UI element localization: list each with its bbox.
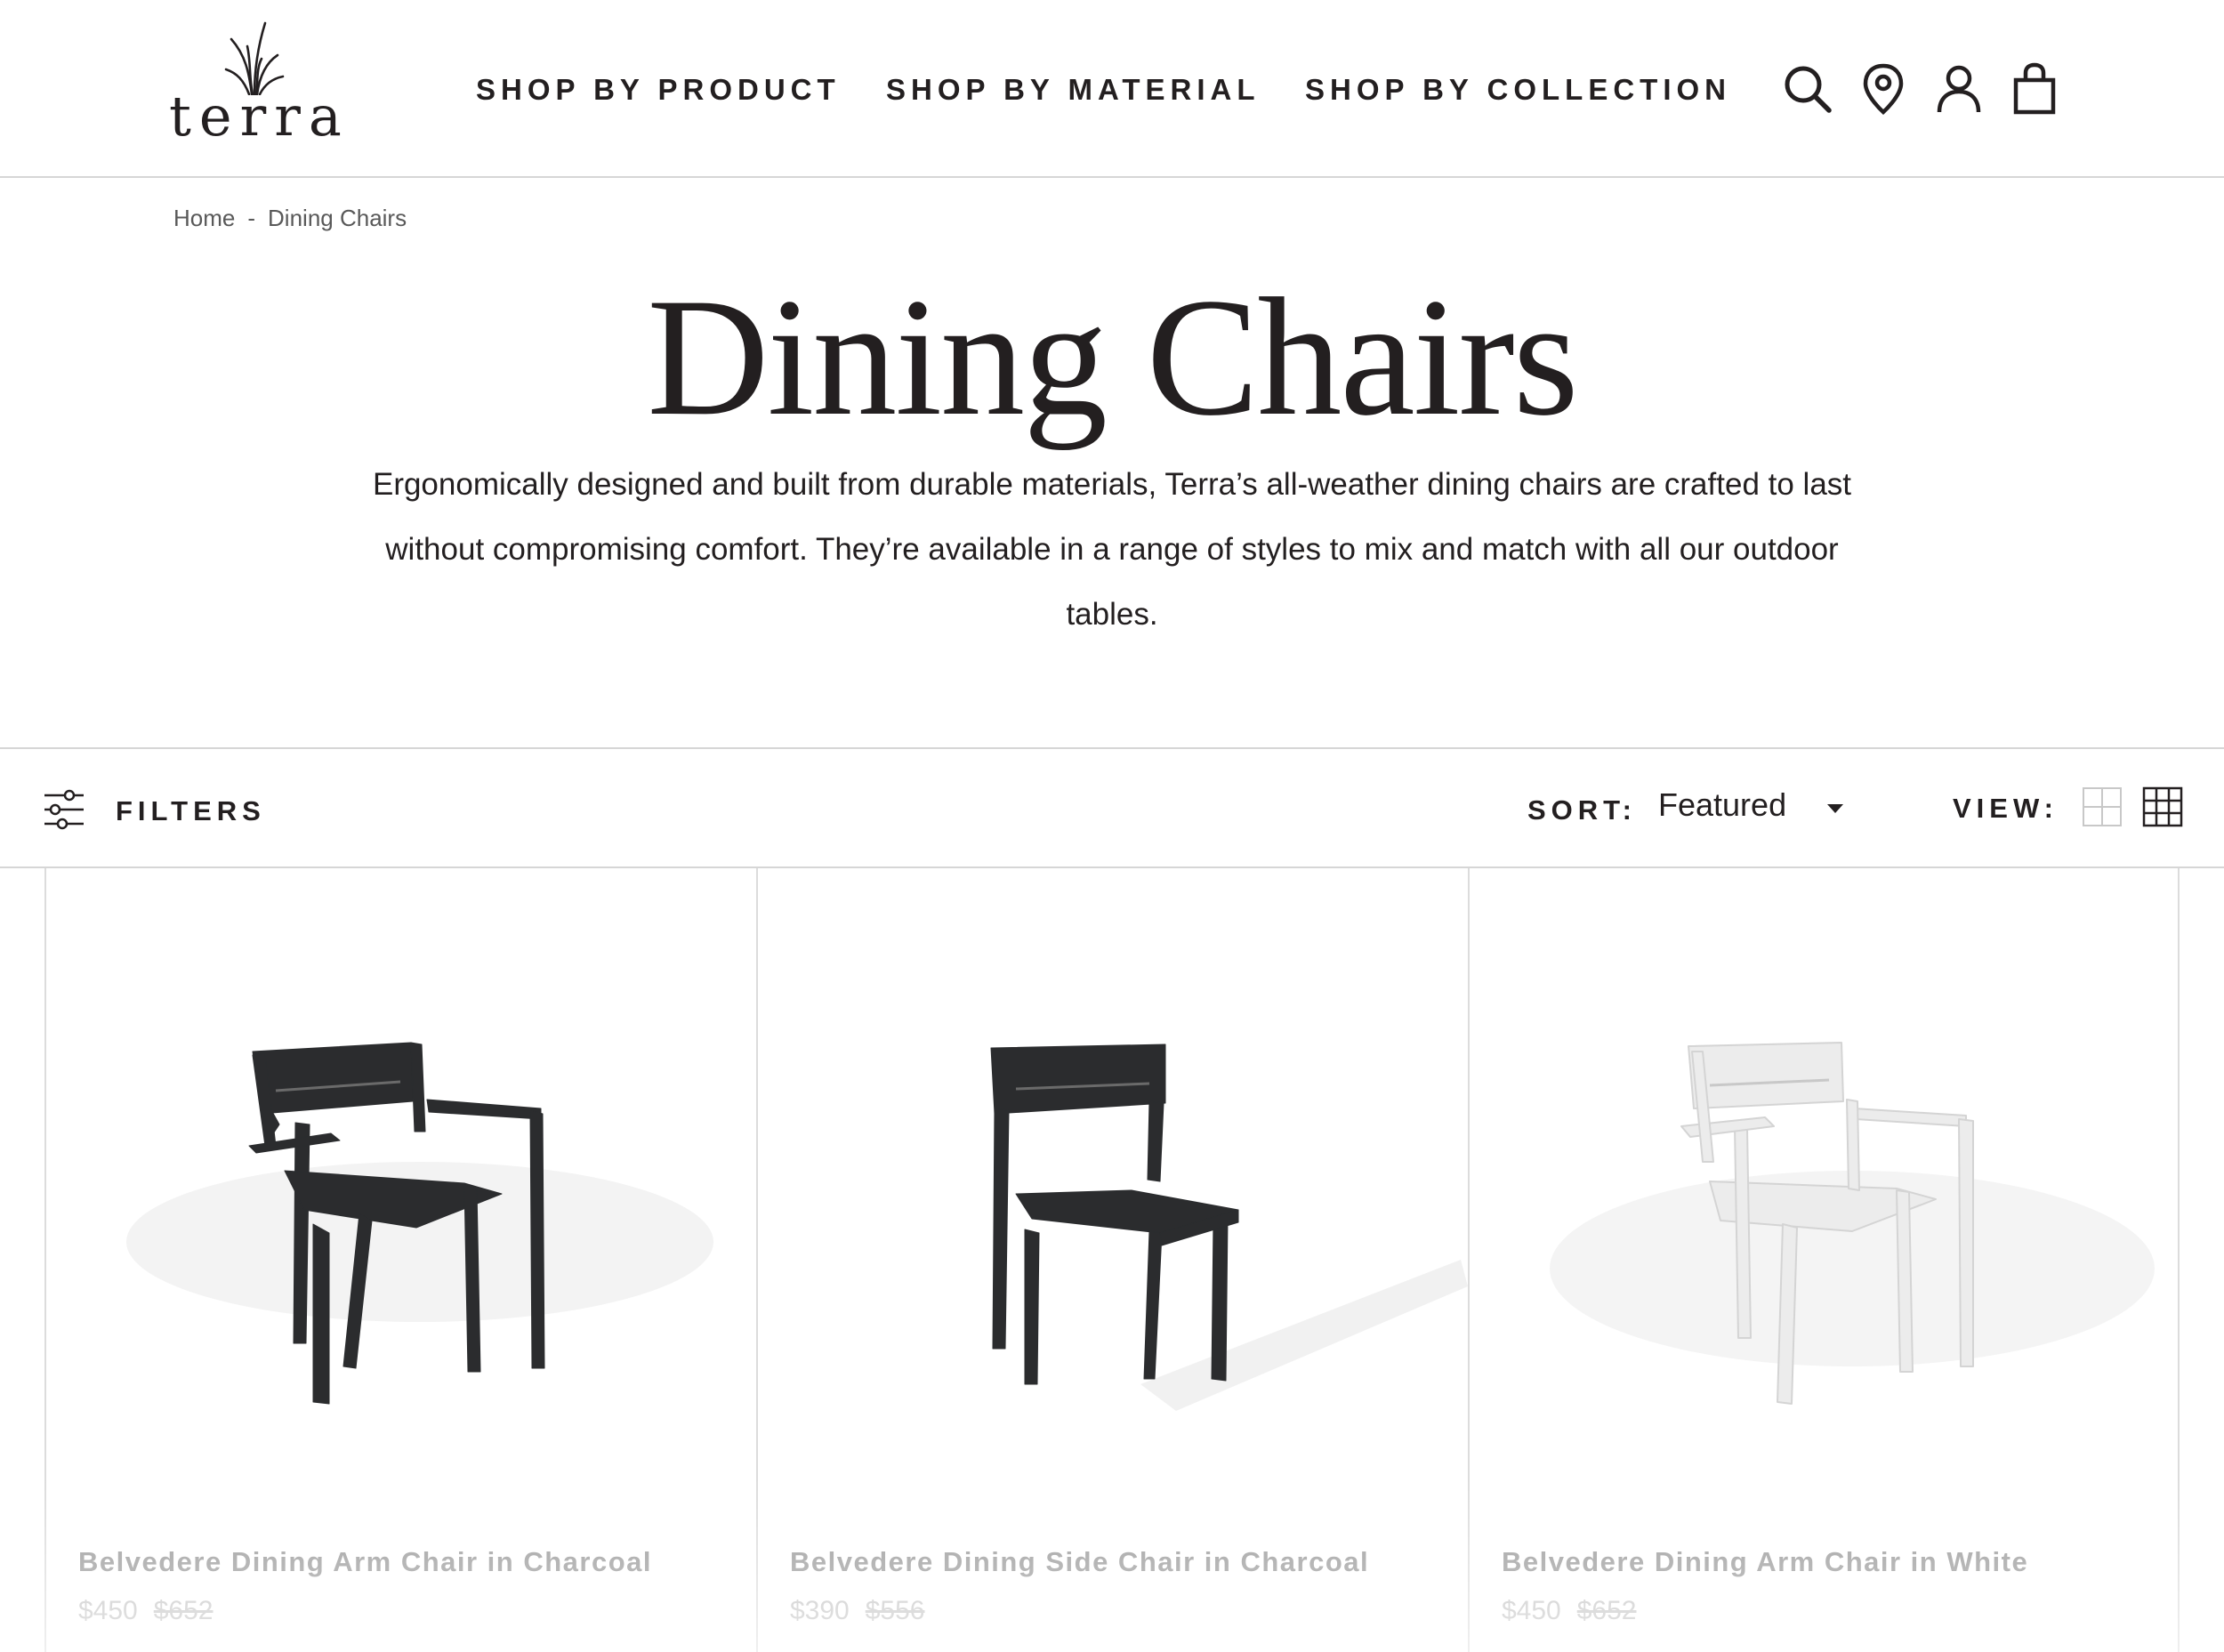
page-description: Ergonomically designed and built from du…	[372, 467, 1852, 632]
caret-down-icon	[1827, 804, 1843, 813]
product-name[interactable]: Belvedere Dining Side Chair in Charcoal	[790, 1546, 1369, 1578]
logo-wordmark: terra	[169, 84, 350, 149]
product-price: $450 $652	[78, 1596, 214, 1626]
product-card[interactable]: Belvedere Dining Arm Chair in White $450…	[1468, 868, 2180, 1652]
breadcrumb: Home - Dining Chairs	[173, 205, 407, 232]
product-name[interactable]: Belvedere Dining Arm Chair in White	[1502, 1546, 2028, 1578]
location-pin-icon[interactable]	[1855, 60, 1912, 117]
view-label: VIEW:	[1953, 793, 2059, 824]
product-price: $450 $652	[1502, 1596, 1637, 1626]
product-image[interactable]	[46, 868, 756, 1491]
breadcrumb-separator: -	[247, 205, 256, 231]
sale-price: $390	[790, 1596, 850, 1625]
breadcrumb-current: Dining Chairs	[268, 205, 407, 231]
product-card[interactable]: Belvedere Dining Side Chair in Charcoal …	[756, 868, 1468, 1652]
white-arm-chair-image	[1550, 1042, 2155, 1405]
collection-toolbar: FILTERS SORT: Featured VIEW:	[0, 747, 2224, 868]
product-card[interactable]: Belvedere Dining Arm Chair in Charcoal $…	[44, 868, 756, 1652]
view-2-columns-button[interactable]	[2082, 786, 2123, 827]
compare-price: $652	[153, 1596, 214, 1625]
nav-shop-by-collection[interactable]: SHOP BY COLLECTION	[1305, 73, 1731, 107]
sort-dropdown[interactable]: Featured	[1658, 786, 1854, 829]
product-image[interactable]	[1470, 868, 2180, 1491]
grid-2x2-icon	[2083, 787, 2122, 826]
sort-value: Featured	[1658, 786, 1787, 823]
search-icon[interactable]	[1779, 60, 1836, 117]
view-3-columns-button[interactable]	[2142, 786, 2183, 827]
nav-shop-by-material[interactable]: SHOP BY MATERIAL	[886, 73, 1261, 107]
product-price: $390 $556	[790, 1596, 925, 1626]
page-title: Dining Chairs	[647, 264, 1578, 451]
breadcrumb-home[interactable]: Home	[173, 205, 235, 231]
nav-shop-by-product[interactable]: SHOP BY PRODUCT	[476, 73, 841, 107]
product-image[interactable]	[758, 868, 1468, 1491]
compare-price: $652	[1576, 1596, 1637, 1625]
arm-chair-image	[126, 1042, 713, 1405]
shopping-bag-icon[interactable]	[2006, 60, 2063, 117]
account-icon[interactable]	[1930, 60, 1987, 117]
sort-label: SORT:	[1527, 794, 1637, 826]
terra-logo[interactable]: terra	[169, 20, 350, 149]
product-name[interactable]: Belvedere Dining Arm Chair in Charcoal	[78, 1546, 652, 1578]
grid-3x3-icon	[2142, 786, 2183, 827]
site-header: terra SHOP BY PRODUCT SHOP BY MATERIAL S…	[0, 0, 2224, 178]
side-chair-image	[990, 1044, 1468, 1411]
sliders-icon	[44, 789, 84, 830]
compare-price: $556	[865, 1596, 925, 1625]
filters-label: FILTERS	[116, 795, 266, 826]
sale-price: $450	[78, 1596, 138, 1625]
sale-price: $450	[1502, 1596, 1561, 1625]
